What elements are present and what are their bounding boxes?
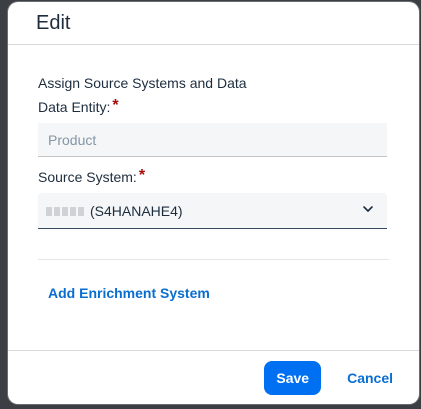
cancel-button[interactable]: Cancel <box>339 361 401 395</box>
save-button[interactable]: Save <box>264 360 322 395</box>
source-system-label: Source System: * <box>38 167 389 186</box>
source-system-select[interactable]: (S4HANAHE4) <box>38 193 387 229</box>
source-system-label-text: Source System: <box>38 169 137 185</box>
dialog-footer: Save Cancel <box>8 350 419 404</box>
required-indicator: * <box>138 167 146 184</box>
chevron-down-icon[interactable] <box>361 202 375 219</box>
section-divider <box>38 259 389 260</box>
data-entity-field[interactable]: Product <box>38 123 387 157</box>
redacted-text <box>46 207 86 217</box>
data-entity-label: Data Entity: * <box>38 97 389 116</box>
dialog-title: Edit <box>36 11 71 34</box>
add-enrichment-system-link[interactable]: Add Enrichment System <box>48 285 210 301</box>
source-system-selected: (S4HANAHE4) <box>46 203 183 219</box>
dialog-header: Edit <box>8 2 419 45</box>
dialog-content: Assign Source Systems and Data Data Enti… <box>8 45 419 303</box>
data-entity-value: Product <box>48 131 97 148</box>
required-indicator: * <box>112 97 119 114</box>
source-system-value: (S4HANAHE4) <box>90 202 183 219</box>
section-title: Assign Source Systems and Data <box>38 75 247 91</box>
data-entity-label-text: Data Entity: <box>38 99 111 115</box>
edit-dialog: Edit Assign Source Systems and Data Data… <box>8 2 419 404</box>
